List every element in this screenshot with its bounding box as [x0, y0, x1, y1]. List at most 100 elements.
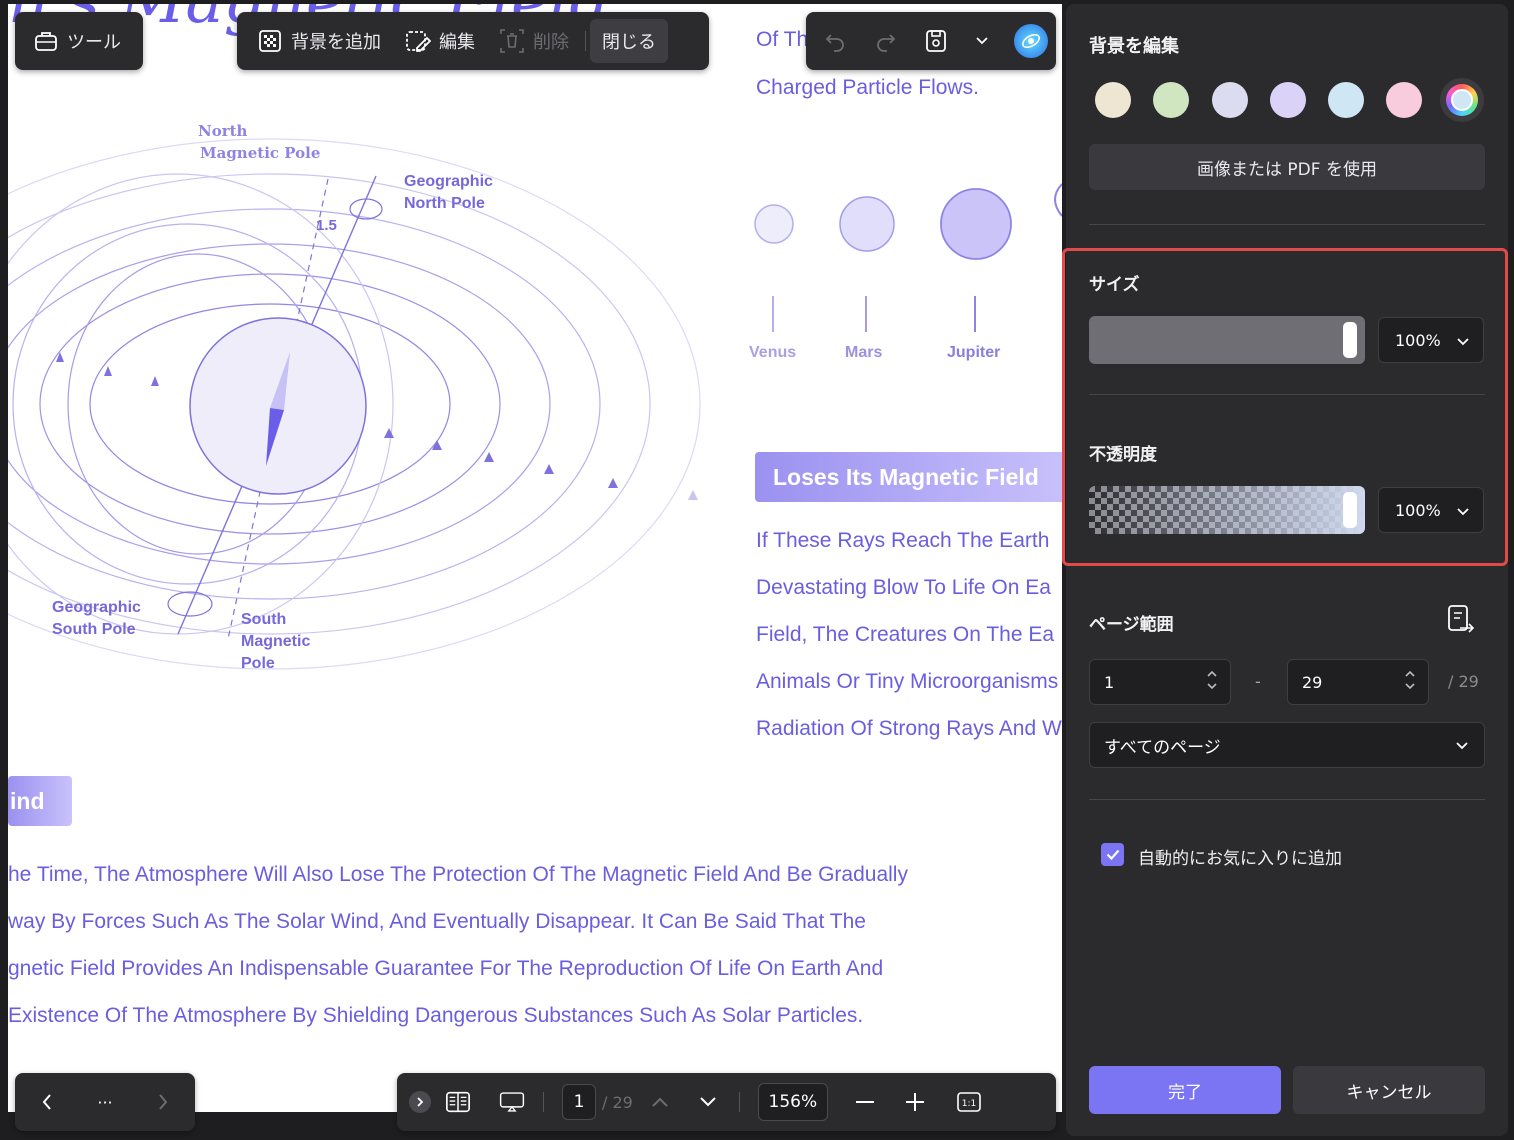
edit-button[interactable]: 編集 — [393, 19, 487, 63]
size-slider[interactable] — [1089, 316, 1365, 364]
panel-title: 背景を編集 — [1089, 36, 1179, 57]
chevron-down-icon — [1456, 735, 1468, 755]
zoom-in-icon[interactable] — [902, 1089, 928, 1115]
edit-background-icon — [405, 28, 431, 54]
color-swatch-blue[interactable] — [1328, 82, 1364, 118]
opacity-dropdown[interactable]: 100% — [1378, 487, 1484, 533]
right-line-5: Radiation Of Strong Rays And W — [756, 717, 1062, 740]
opacity-slider[interactable] — [1089, 486, 1365, 534]
history-toolbar — [806, 12, 1056, 70]
edit-label: 編集 — [439, 32, 475, 53]
chevron-right-icon[interactable] — [150, 1089, 176, 1115]
zoom-level[interactable]: 156% — [757, 1083, 828, 1121]
tools-button[interactable]: ツール — [15, 19, 133, 63]
page-layout-icon[interactable] — [445, 1089, 471, 1115]
svg-text:1:1: 1:1 — [962, 1099, 976, 1109]
paragraph-line-1: he Time, The Atmosphere Will Also Lose T… — [8, 863, 908, 886]
custom-color-button[interactable] — [1440, 78, 1484, 122]
tools-label: ツール — [67, 32, 121, 53]
chevron-down-icon[interactable] — [695, 1089, 721, 1115]
range-to-input[interactable]: 29 — [1287, 659, 1429, 705]
checkmark-icon — [1106, 849, 1119, 860]
toolbar-divider — [585, 31, 586, 51]
delete-label: 削除 — [533, 32, 569, 53]
stepper-icon[interactable] — [1404, 668, 1416, 696]
size-slider-thumb[interactable] — [1343, 322, 1357, 358]
top-text-line: Charged Particle Flows. — [756, 76, 979, 99]
color-swatch-beige[interactable] — [1095, 82, 1131, 118]
page-total: / 29 — [602, 1092, 633, 1112]
cancel-button[interactable]: キャンセル — [1293, 1066, 1485, 1114]
page-range-swap-icon[interactable] — [1446, 604, 1476, 640]
zoom-out-icon[interactable] — [852, 1089, 878, 1115]
stepper-icon[interactable] — [1206, 668, 1218, 696]
redo-icon[interactable] — [873, 28, 899, 54]
use-image-pdf-button[interactable]: 画像または PDF を使用 — [1089, 144, 1485, 190]
color-swatch-lavender[interactable] — [1212, 82, 1248, 118]
label-south-mag-2: Magnetic — [241, 633, 310, 650]
close-label: 閉じる — [602, 32, 656, 53]
page-filter-select[interactable]: すべてのページ — [1089, 722, 1485, 768]
delete-button[interactable]: 削除 — [487, 19, 581, 63]
color-wheel-icon — [1446, 84, 1478, 116]
right-line-2: Devastating Blow To Life On Ea — [756, 576, 1051, 599]
size-value: 100% — [1395, 330, 1441, 350]
close-button[interactable]: 閉じる — [590, 19, 668, 63]
range-from-value: 1 — [1104, 672, 1115, 692]
magnetic-field-diagram: North Magnetic Pole Geographic North Pol… — [8, 122, 1062, 672]
paragraph-line-3: gnetic Field Provides An Indispensable G… — [8, 957, 884, 980]
left-highlight-fragment: ind — [8, 776, 72, 826]
chevron-down-icon — [1457, 501, 1469, 520]
color-swatch-green[interactable] — [1153, 82, 1189, 118]
auto-favorite-checkbox[interactable] — [1101, 843, 1124, 866]
add-background-button[interactable]: 背景を追加 — [245, 19, 393, 63]
label-south-mag-3: Pole — [241, 655, 275, 672]
auto-favorite-label[interactable]: 自動的にお気に入りに追加 — [1138, 844, 1342, 869]
chevron-down-icon — [1457, 331, 1469, 350]
view-toolbar: 1 / 29 156% 1:1 — [397, 1073, 1056, 1131]
range-from-input[interactable]: 1 — [1089, 659, 1231, 705]
page-number-input[interactable]: 1 — [562, 1084, 596, 1120]
label-north-magnetic-pole-2: Magnetic Pole — [200, 144, 320, 162]
opacity-value: 100% — [1395, 500, 1441, 520]
range-total: / 29 — [1448, 672, 1479, 691]
planet-label-jupiter: Jupiter — [947, 344, 1001, 361]
tools-toolbar: ツール — [15, 12, 143, 70]
undo-icon[interactable] — [822, 28, 848, 54]
label-angle: 1.5 — [316, 217, 337, 234]
ai-assistant-icon[interactable] — [1014, 24, 1048, 58]
chevron-up-icon[interactable] — [647, 1089, 673, 1115]
top-text-fragment: Of Th — [756, 28, 809, 51]
presentation-icon[interactable] — [499, 1089, 525, 1115]
color-swatch-pink[interactable] — [1386, 82, 1422, 118]
planet-venus — [754, 204, 794, 244]
divider — [1089, 799, 1485, 800]
label-geo-north-1: Geographic — [404, 173, 493, 190]
section-highlight-title: Loses Its Magnetic Field — [755, 452, 1062, 502]
range-separator: - — [1255, 672, 1261, 691]
size-dropdown[interactable]: 100% — [1378, 317, 1484, 363]
save-icon[interactable] — [923, 28, 949, 54]
edit-background-panel: 背景を編集 画像または PDF を使用 サイズ 100% 不透明度 100% ペ… — [1066, 4, 1508, 1136]
range-to-value: 29 — [1302, 672, 1323, 692]
page-nav-toolbar: ··· — [15, 1073, 195, 1131]
chevron-left-icon[interactable] — [34, 1089, 60, 1115]
paragraph-line-4: Existence Of The Atmosphere By Shielding… — [8, 1004, 864, 1027]
chevron-down-icon[interactable] — [974, 28, 990, 54]
more-button[interactable]: ··· — [97, 1093, 112, 1112]
page-filter-value: すべてのページ — [1104, 737, 1221, 758]
done-button[interactable]: 完了 — [1089, 1066, 1281, 1114]
planet-label-venus: Venus — [749, 344, 797, 361]
opacity-label: 不透明度 — [1089, 445, 1157, 465]
label-north-magnetic-pole-1: North — [198, 122, 248, 140]
label-south-mag-1: South — [241, 611, 286, 628]
trash-icon — [499, 28, 525, 54]
document-canvas[interactable]: n's Magnetic Field — [8, 4, 1062, 1112]
label-geo-north-2: North Pole — [404, 195, 485, 212]
expand-arrow-icon[interactable] — [409, 1091, 431, 1113]
add-background-label: 背景を追加 — [291, 32, 381, 53]
planet-label-mars: Mars — [845, 344, 883, 361]
actual-size-icon[interactable]: 1:1 — [956, 1089, 982, 1115]
color-swatch-violet[interactable] — [1270, 82, 1306, 118]
opacity-slider-thumb[interactable] — [1343, 492, 1357, 528]
